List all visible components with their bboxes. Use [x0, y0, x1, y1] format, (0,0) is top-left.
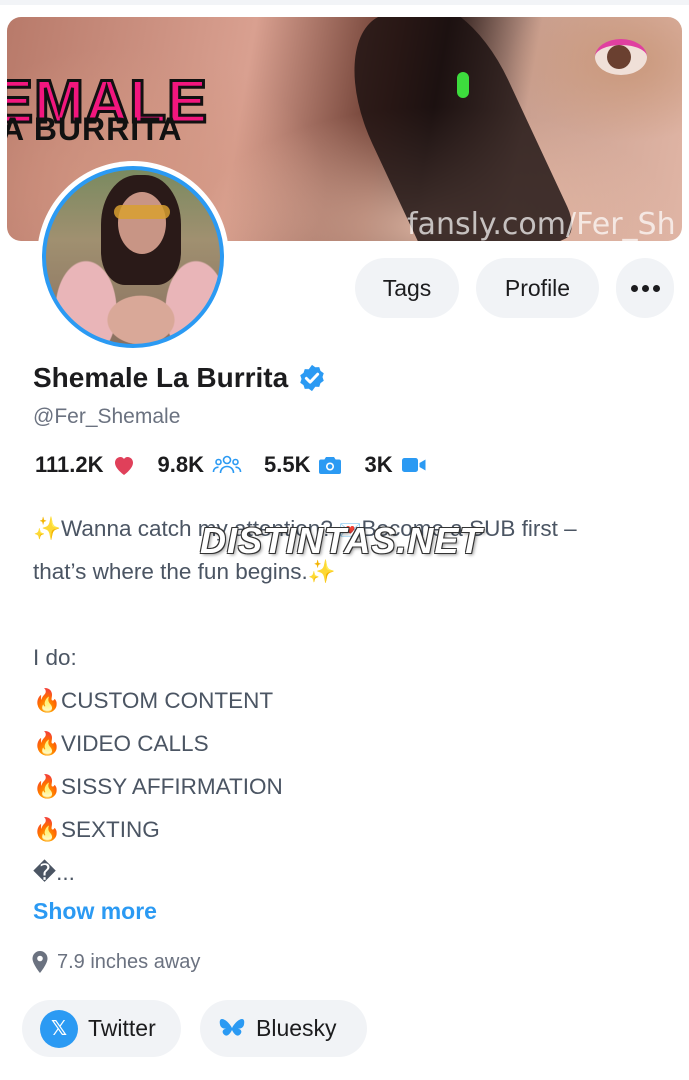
bluesky-label: Bluesky	[256, 1015, 337, 1041]
verified-badge-icon	[300, 364, 324, 392]
banner-watermark: fansly.com/Fer_Sh	[407, 207, 676, 241]
show-more-link[interactable]: Show more	[33, 898, 157, 925]
twitter-label: Twitter	[88, 1015, 156, 1041]
avatar-glasses-shape	[114, 205, 170, 219]
bio-item-text: SISSY AFFIRMATION	[61, 774, 283, 799]
profile-button[interactable]: Profile	[476, 258, 599, 318]
bio: ✨Wanna catch my attention? 💌Become a SUB…	[33, 507, 673, 894]
name-row: Shemale La Burrita	[33, 362, 327, 394]
location-text: 7.9 inches away	[57, 950, 201, 973]
heart-icon	[114, 457, 133, 475]
twitter-link-button[interactable]: 𝕏 Twitter	[22, 1000, 181, 1057]
bio-line-3: I do:	[33, 645, 77, 670]
bio-item-text: CUSTOM CONTENT	[61, 688, 274, 713]
avatar[interactable]	[42, 166, 224, 348]
avatar-face-shape	[118, 192, 166, 254]
more-dots-icon	[630, 284, 660, 292]
fire-icon: 🔥	[33, 774, 62, 800]
location-pin-icon	[32, 951, 48, 973]
more-options-button[interactable]	[616, 258, 674, 318]
bio-blank-line	[33, 593, 673, 636]
bio-item: 🔥SEXTING	[33, 808, 673, 851]
x-icon: 𝕏	[40, 1009, 78, 1048]
avatar-frame[interactable]	[37, 161, 229, 353]
camera-icon	[319, 457, 342, 474]
banner-earring-shape	[457, 72, 469, 98]
fire-icon: 🔥	[33, 817, 62, 843]
sparkles-icon: ✨	[33, 516, 62, 542]
stats-row: 111.2K 9.8K 5.5K 3K	[35, 452, 449, 478]
photos-stat: 5.5K	[264, 452, 342, 478]
videos-stat: 3K	[364, 452, 426, 478]
bio-item: 🔥VIDEO CALLS	[33, 722, 673, 765]
videos-count: 3K	[364, 452, 393, 477]
sparkles-icon: ✨	[307, 559, 336, 585]
video-icon	[401, 458, 426, 472]
top-divider	[0, 0, 689, 5]
site-watermark: DISTINTAS.NET	[200, 520, 483, 561]
location-row: 7.9 inches away	[31, 950, 200, 974]
bio-item-text: SEXTING	[61, 817, 160, 842]
fire-icon: 🔥	[33, 731, 62, 757]
banner-title-line2: A BURRITA	[7, 111, 183, 147]
display-name: Shemale La Burrita	[33, 362, 289, 393]
photos-count: 5.5K	[264, 452, 311, 477]
likes-count: 111.2K	[35, 452, 104, 477]
tags-button[interactable]: Tags	[355, 258, 459, 318]
bio-item-text: VIDEO CALLS	[61, 731, 209, 756]
subscribers-stat: 9.8K	[158, 452, 242, 478]
bluesky-link-button[interactable]: Bluesky	[200, 1000, 367, 1057]
bio-item: 🔥CUSTOM CONTENT	[33, 679, 673, 722]
bio-truncated: �...	[33, 860, 75, 885]
username-handle: @Fer_Shemale	[33, 405, 181, 428]
likes-stat: 111.2K	[35, 452, 136, 478]
banner-iris-shape	[607, 45, 631, 69]
bio-item: 🔥SISSY AFFIRMATION	[33, 765, 673, 808]
fire-icon: 🔥	[33, 688, 62, 714]
bluesky-icon	[219, 1018, 245, 1036]
bio-line2-text: that’s where the fun begins.	[33, 559, 308, 584]
subscribers-icon	[212, 455, 242, 474]
subscribers-count: 9.8K	[157, 452, 204, 477]
